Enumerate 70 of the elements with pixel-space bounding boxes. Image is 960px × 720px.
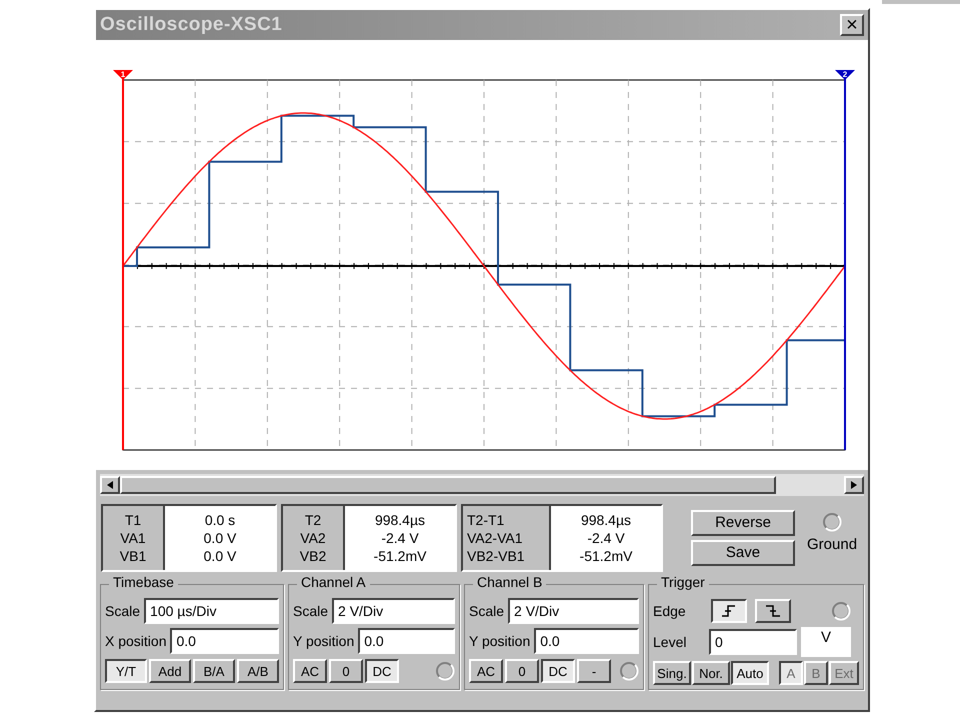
radio-icon[interactable]	[822, 512, 842, 532]
input-field[interactable]: 0.0	[170, 628, 279, 654]
cursor-line[interactable]: 1	[113, 70, 133, 450]
mode-button[interactable]: B/A	[193, 659, 235, 683]
mode-button[interactable]: Sing.	[653, 661, 691, 685]
close-button[interactable]: ×	[840, 14, 864, 36]
mode-button[interactable]: AC	[469, 659, 503, 683]
readout-label: T1	[124, 511, 142, 529]
radio-icon[interactable]	[831, 601, 851, 621]
group-title: Trigger	[657, 575, 709, 589]
scroll-left-icon[interactable]	[100, 476, 120, 494]
readout-label: T2-T1	[467, 511, 504, 529]
readout-value: 998.4µs	[580, 511, 632, 529]
mode-button[interactable]: 0	[505, 659, 539, 683]
window-title: Oscilloscope-XSC1	[100, 12, 282, 37]
input-field[interactable]: 2 V/Div	[332, 598, 455, 624]
unit-field[interactable]: V	[801, 627, 851, 657]
readout-label: VA2	[300, 529, 326, 547]
field-label: X position	[105, 632, 166, 651]
mode-button[interactable]: Nor.	[692, 661, 730, 685]
action-button[interactable]: Save	[691, 540, 795, 566]
field-label: Level	[653, 632, 688, 652]
readout-value: 0.0 V	[204, 529, 236, 547]
input-field[interactable]: 0	[709, 629, 797, 655]
input-field[interactable]: 2 V/Div	[508, 598, 639, 624]
input-field[interactable]: 0.0	[358, 628, 455, 654]
field-label: Edge	[653, 602, 687, 621]
readout-value: -2.4 V	[587, 529, 625, 547]
mode-button[interactable]: Auto	[731, 661, 769, 685]
readout-label: VA1	[120, 529, 146, 547]
edge-button[interactable]	[711, 599, 747, 623]
group-title: Channel B	[473, 575, 546, 589]
field-label: Y position	[469, 632, 530, 651]
group-title: Timebase	[109, 575, 178, 589]
readout-label: T2	[304, 511, 322, 529]
scrollbar[interactable]	[100, 474, 864, 496]
mode-button[interactable]: DC	[541, 659, 575, 683]
radio-icon[interactable]	[619, 661, 639, 681]
readout-value: 998.4µs	[374, 511, 426, 529]
readout-label: VB2-VB1	[467, 547, 525, 565]
readout-label: VB2	[300, 547, 326, 565]
input-field[interactable]: 100 µs/Div	[144, 598, 279, 624]
cursor-line[interactable]: 2	[835, 70, 855, 450]
rising-edge-icon	[721, 604, 737, 618]
readout-label: VB1	[120, 547, 146, 565]
scroll-right-icon[interactable]	[844, 476, 864, 494]
mode-button[interactable]: A/B	[237, 659, 279, 683]
mode-button[interactable]: Y/T	[105, 659, 147, 683]
radio-icon[interactable]	[435, 661, 455, 681]
readout-label: VA2-VA1	[467, 529, 523, 547]
mode-button[interactable]: Add	[149, 659, 191, 683]
input-field[interactable]: 0.0	[534, 628, 639, 654]
mode-button[interactable]: -	[577, 659, 611, 683]
action-button[interactable]: Reverse	[691, 510, 795, 536]
readout-value: -51.2mV	[374, 547, 426, 565]
field-label: Y position	[293, 632, 354, 651]
field-label: Scale	[293, 602, 328, 620]
field-label: Scale	[469, 602, 504, 620]
readout-value: -2.4 V	[381, 529, 419, 547]
mode-button[interactable]: DC	[365, 659, 399, 683]
falling-edge-icon	[765, 604, 781, 618]
mode-button[interactable]: AC	[293, 659, 327, 683]
ground-label: Ground	[807, 535, 858, 555]
group-title: Channel A	[297, 575, 370, 589]
readout-value: 0.0 V	[204, 547, 236, 565]
scroll-thumb[interactable]	[120, 476, 776, 494]
readout-value: 0.0 s	[204, 511, 236, 529]
field-label: Scale	[105, 602, 140, 620]
mode-button[interactable]: 0	[329, 659, 363, 683]
readout-value: -51.2mV	[580, 547, 632, 565]
